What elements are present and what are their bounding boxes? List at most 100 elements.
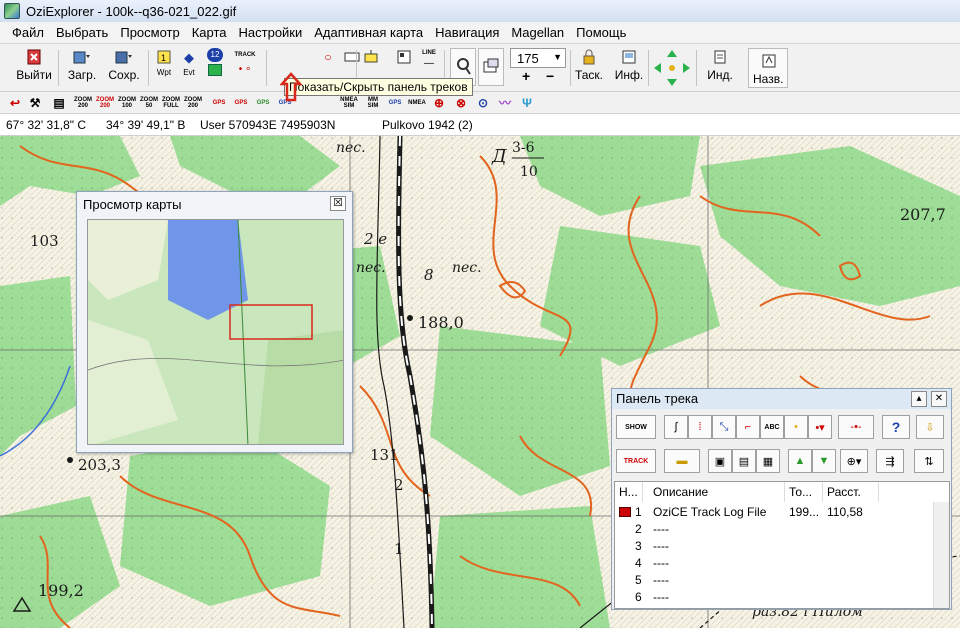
column-header-points[interactable]: То... (785, 482, 823, 502)
table-row[interactable]: 5 ---- (615, 572, 933, 589)
zoom-full-button[interactable]: ZOOM FULL (162, 95, 180, 111)
table-row[interactable]: 4 ---- (615, 555, 933, 572)
zoom-window-button[interactable] (478, 48, 504, 86)
list-icon[interactable]: ▤ (732, 449, 756, 473)
separator (696, 50, 697, 86)
name-button[interactable]: Назв. (748, 48, 788, 88)
menu-file[interactable]: Файл (6, 25, 50, 40)
pan-arrows-icon (654, 50, 690, 86)
menu-settings[interactable]: Настройки (233, 25, 309, 40)
arrow-up-icon[interactable]: ▲ (788, 449, 812, 473)
tooltip: Показать/Скрыть панель треков (284, 78, 473, 96)
track-button[interactable]: TRACK • ∘ (230, 48, 260, 88)
compass-icon[interactable]: ⊙ (474, 95, 492, 111)
gps-button-1[interactable]: GPS (210, 95, 228, 111)
zoom-minus-icon[interactable]: − (546, 69, 554, 83)
table-row[interactable]: 1 OziCE Track Log File 199... 110,58 (615, 504, 933, 521)
exit-button[interactable]: Выйти (14, 48, 54, 88)
table-row[interactable]: 6 ---- (615, 589, 933, 606)
ind-label: Инд. (707, 68, 733, 82)
nmea-sim-button[interactable]: NMEA SIM (340, 95, 358, 111)
pan-control[interactable] (652, 48, 692, 88)
mm-sim-button[interactable]: MM SIM (364, 95, 382, 111)
track-table[interactable]: Н... Описание То... Расст. 1 OziCE Track… (614, 481, 950, 609)
column-header-description[interactable]: Описание (649, 482, 785, 502)
menu-navigation[interactable]: Навигация (429, 25, 505, 40)
menu-help[interactable]: Помощь (570, 25, 632, 40)
track-panel: Панель трека ▴ ✕ SHOW ∫ ⁞ ⤡ ⌐ ABC • •▾ -… (611, 388, 952, 610)
zoom-plus-icon[interactable]: + (522, 69, 530, 83)
gps-button-3[interactable]: GPS (254, 95, 272, 111)
user-grid-value: User 570943E 7495903N (200, 118, 336, 132)
help-icon[interactable]: ? (882, 415, 910, 439)
row-description: ---- (653, 539, 669, 553)
antenna-icon[interactable]: Ψ (518, 95, 536, 111)
track-split-icon[interactable]: -•- (838, 415, 874, 439)
dot-icon[interactable]: • (784, 415, 808, 439)
zoom-level-field[interactable]: 175 ▼ (510, 48, 566, 68)
zoom-200-button[interactable]: ZOOM 200 (74, 95, 92, 111)
properties-icon[interactable]: ▦ (756, 449, 780, 473)
close-icon[interactable]: ☒ (330, 196, 346, 211)
info-button[interactable]: Инф. (612, 48, 646, 88)
gps-button-2[interactable]: GPS (232, 95, 250, 111)
track-button[interactable]: TRACK (616, 449, 656, 473)
column-header-distance[interactable]: Расст. (823, 482, 879, 502)
arrow-down-icon[interactable]: ▼ (812, 449, 836, 473)
menu-select[interactable]: Выбрать (50, 25, 114, 40)
import-icon[interactable]: ⇩ (916, 415, 944, 439)
route-button[interactable]: 12 (204, 48, 226, 88)
profile-icon[interactable]: 〰 (496, 95, 514, 111)
diagonal-line-icon[interactable]: ⤡ (712, 415, 736, 439)
ind-button[interactable]: Инд. (702, 48, 738, 88)
curve-tool-icon[interactable]: ∫ (664, 415, 688, 439)
abc-label-button[interactable]: ABC (760, 415, 784, 439)
save-button[interactable]: Сохр. (104, 48, 144, 88)
exit-label: Выйти (16, 68, 52, 82)
close-icon[interactable]: ✕ (931, 391, 947, 407)
map-thumbnail[interactable] (87, 219, 344, 445)
menu-adaptive-map[interactable]: Адаптивная карта (308, 25, 429, 40)
svg-text:199,2: 199,2 (38, 581, 84, 600)
erase-icon[interactable]: ▬ (664, 449, 700, 473)
height-point-icon (67, 457, 73, 463)
table-row[interactable]: 3 ---- (615, 538, 933, 555)
sort-icon[interactable]: ⇅ (914, 449, 944, 473)
usb-icon[interactable]: ⇶ (876, 449, 904, 473)
stop-icon[interactable]: ⊗ (452, 95, 470, 111)
vertical-scrollbar[interactable] (933, 502, 949, 608)
arrow-left-icon[interactable]: ↩ (6, 95, 24, 111)
task-button[interactable]: Таск. (572, 48, 606, 88)
menu-magellan[interactable]: Magellan (505, 25, 570, 40)
table-row[interactable]: 2 ---- (615, 521, 933, 538)
hammer-icon[interactable]: ⚒ (26, 95, 44, 111)
angle-line-icon[interactable]: ⌐ (736, 415, 760, 439)
merge-icon[interactable]: ⊕▾ (840, 449, 868, 473)
svg-text:10: 10 (520, 164, 538, 180)
vertical-line-icon[interactable]: ⁞ (688, 415, 712, 439)
svg-text:103: 103 (30, 232, 59, 250)
zoom-50-button[interactable]: ZOOM 50 (140, 95, 158, 111)
zoom-100-button[interactable]: ZOOM 100 (118, 95, 136, 111)
save-track-icon[interactable]: ▣ (708, 449, 732, 473)
chevron-up-icon[interactable]: ▴ (911, 391, 927, 407)
load-button[interactable]: Загр. (62, 48, 102, 88)
gps-button-5[interactable]: GPS (386, 95, 404, 111)
column-header-number[interactable]: Н... (615, 482, 643, 502)
dot-menu-icon[interactable]: •▾ (808, 415, 832, 439)
row-number: 3 (635, 539, 642, 553)
wpt-label: Wpt (156, 68, 172, 77)
crosshair-icon[interactable]: ⊕ (430, 95, 448, 111)
event-button[interactable]: ◆ Evt (178, 48, 200, 88)
badge-12: 12 (207, 48, 223, 62)
waypoint-button[interactable]: 1 Wpt (152, 48, 176, 88)
row-number: 4 (635, 556, 642, 570)
zoom-200b-button[interactable]: ZOOM 200 (96, 95, 114, 111)
menu-view[interactable]: Просмотр (114, 25, 185, 40)
svg-text:пес.: пес. (336, 140, 366, 156)
map-list-icon[interactable]: ▤ (50, 95, 68, 111)
nmea-button[interactable]: NMEA (408, 95, 426, 111)
menu-map[interactable]: Карта (186, 25, 233, 40)
show-track-button[interactable]: SHOW (616, 415, 656, 439)
zoom-200c-button[interactable]: ZOOM 200 (184, 95, 202, 111)
